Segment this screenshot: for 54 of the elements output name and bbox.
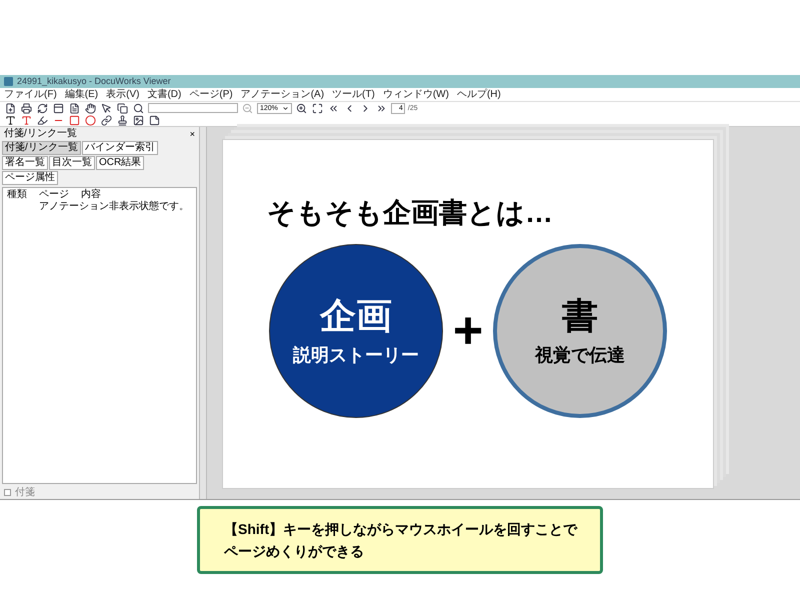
sticky-note-icon[interactable] bbox=[148, 114, 161, 126]
window-title: 24991_kikakusyo - DocuWorks Viewer bbox=[17, 76, 171, 87]
column-header: ページ bbox=[39, 188, 69, 200]
menu-item[interactable]: 表示(V) bbox=[106, 88, 140, 100]
copy-icon[interactable] bbox=[116, 102, 129, 114]
stamp-icon[interactable] bbox=[116, 114, 129, 126]
menu-item[interactable]: 編集(E) bbox=[64, 88, 98, 100]
search-field[interactable] bbox=[148, 103, 238, 113]
highlighter-icon[interactable] bbox=[36, 114, 49, 126]
document-icon[interactable] bbox=[68, 102, 81, 114]
status-message: アノテーション非表示状態です。 bbox=[38, 201, 190, 213]
tip-text: ページめくりができる bbox=[224, 542, 365, 561]
link-icon[interactable] bbox=[100, 114, 113, 126]
column-header: 種類 bbox=[7, 188, 27, 200]
menu-item[interactable]: ツール(T) bbox=[332, 88, 375, 100]
checkbox-label: 付箋 bbox=[15, 486, 35, 498]
circle-heading: 書 bbox=[562, 296, 598, 336]
panel-tab[interactable]: ページ属性 bbox=[2, 171, 58, 185]
printer-icon[interactable] bbox=[20, 102, 33, 114]
search-icon[interactable] bbox=[132, 102, 145, 114]
circle-heading: 企画 bbox=[320, 296, 392, 336]
menu-item[interactable]: ウィンドウ(W) bbox=[382, 88, 449, 100]
panel-tab[interactable]: 付箋/リンク一覧 bbox=[2, 141, 81, 155]
new-icon[interactable] bbox=[4, 102, 17, 114]
menu-item[interactable]: ヘルプ(H) bbox=[456, 88, 501, 100]
text-icon[interactable] bbox=[4, 114, 17, 126]
close-button[interactable]: × bbox=[190, 128, 195, 138]
panel-icon[interactable] bbox=[52, 102, 65, 114]
menu-item[interactable]: 文書(D) bbox=[147, 88, 182, 100]
panel-tab[interactable]: OCR結果 bbox=[96, 156, 144, 170]
app-icon bbox=[4, 77, 13, 86]
ellipse-icon[interactable] bbox=[84, 114, 97, 126]
image-icon[interactable] bbox=[132, 114, 145, 126]
panel-title: 付箋/リンク一覧 bbox=[4, 128, 77, 140]
menu-item[interactable]: アノテーション(A) bbox=[240, 88, 324, 100]
menu-item[interactable]: ファイル(F) bbox=[4, 88, 57, 100]
fit-icon[interactable] bbox=[310, 102, 324, 114]
circle-caption: 視覚で伝達 bbox=[535, 344, 626, 366]
rotate-icon[interactable] bbox=[36, 102, 49, 114]
slide-title: そもそも企画書とは… bbox=[267, 196, 553, 230]
caret-icon bbox=[282, 104, 289, 112]
panel-tab[interactable]: 署名一覧 bbox=[2, 156, 48, 170]
checkbox[interactable] bbox=[4, 489, 11, 496]
hand-icon[interactable] bbox=[84, 102, 97, 114]
rectangle-icon[interactable] bbox=[68, 114, 81, 126]
plus-sign: + bbox=[452, 305, 484, 357]
column-header: 内容 bbox=[81, 188, 101, 200]
zoom-in-icon[interactable] bbox=[294, 102, 308, 114]
tip-text: 【Shift】キーを押しながらマウスホイールを回すことで bbox=[224, 520, 578, 539]
select-icon[interactable] bbox=[100, 102, 113, 114]
panel-tab[interactable]: バインダー索引 bbox=[82, 141, 158, 155]
circle-caption: 説明ストーリー bbox=[292, 344, 419, 366]
panel-tab[interactable]: 目次一覧 bbox=[49, 156, 95, 170]
menu-item[interactable]: ページ(P) bbox=[189, 88, 233, 100]
